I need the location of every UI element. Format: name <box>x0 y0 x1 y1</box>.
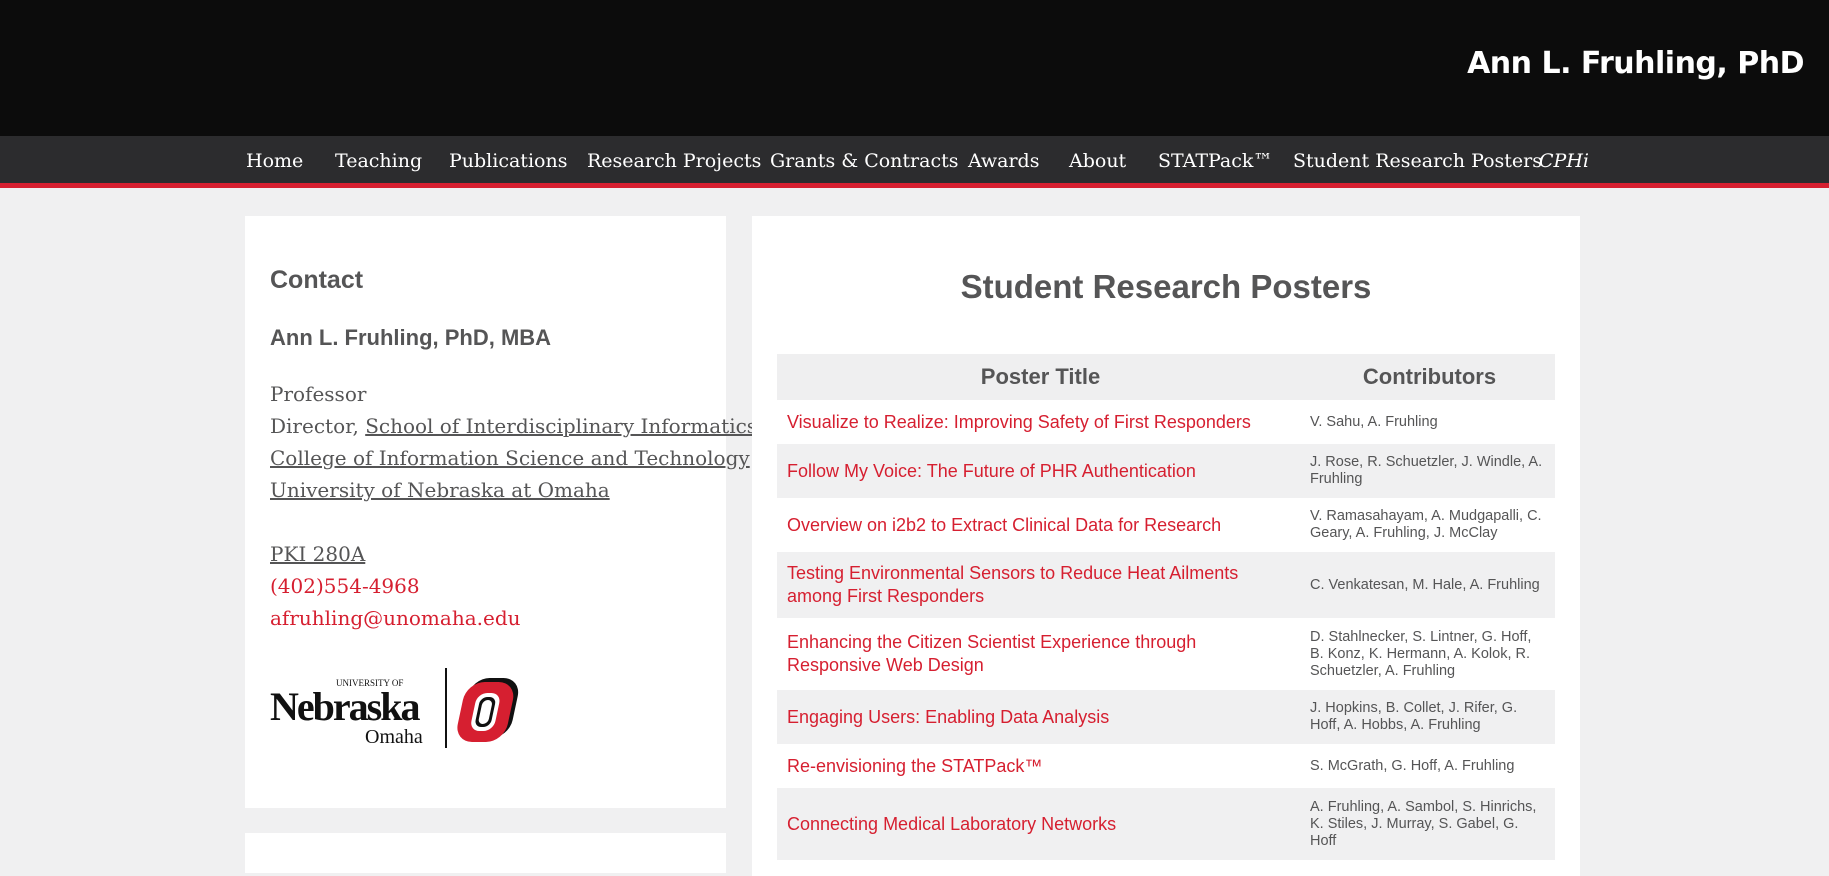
page-title: Student Research Posters <box>960 268 1372 305</box>
poster-contributors: J. Hopkins, B. Collet, J. Rifer, G. Hoff… <box>1304 690 1555 744</box>
poster-title-link[interactable]: Overview on i2b2 to Extract Clinical Dat… <box>777 498 1304 552</box>
poster-title-link[interactable]: Visualize to Realize: Improving Safety o… <box>777 400 1304 444</box>
poster-contributors: V. Ramasahayam, A. Mudgapalli, C. Geary,… <box>1310 508 1542 541</box>
nav-grants-contracts[interactable]: Grants & Contracts <box>770 150 959 172</box>
nav-statpack[interactable]: STATPack™ <box>1158 150 1272 172</box>
contact-email[interactable]: afruhling@unomaha.edu <box>270 606 521 630</box>
table-row: Visualize to Realize: Improving Safety o… <box>777 400 1555 444</box>
nav-research-projects[interactable]: Research Projects <box>587 150 761 172</box>
nav-cphi[interactable]: CPHi <box>1539 150 1589 172</box>
table-row: Testing Environmental Sensors to Reduce … <box>777 552 1555 618</box>
contact-heading: Contact <box>270 266 364 294</box>
nav-student-research-posters[interactable]: Student Research Posters <box>1293 150 1542 172</box>
sidebar-card-secondary <box>245 833 726 873</box>
nav-awards[interactable]: Awards <box>968 150 1039 172</box>
poster-contributors: D. Stahlnecker, S. Lintner, G. Hoff, B. … <box>1310 628 1532 679</box>
table-row: Engaging Users: Enabling Data Analysis J… <box>777 690 1555 744</box>
main-content: Student Research Posters Poster Title Co… <box>752 216 1580 876</box>
poster-contributors: A. Fruhling, A. Sambol, S. Hinrichs, K. … <box>1304 788 1555 860</box>
nav-about[interactable]: About <box>1069 150 1126 172</box>
nav-home[interactable]: Home <box>246 150 303 172</box>
director-prefix: Director, <box>270 414 366 438</box>
office-link[interactable]: PKI 280A <box>270 542 365 566</box>
nav-teaching[interactable]: Teaching <box>335 150 422 172</box>
table-row: Overview on i2b2 to Extract Clinical Dat… <box>777 498 1555 552</box>
main-nav: Home Teaching Publications Research Proj… <box>0 136 1829 188</box>
table-row: Connecting Medical Laboratory Networks A… <box>777 788 1555 860</box>
contact-office-line: PKI 280A <box>270 542 365 566</box>
contact-title: Professor <box>270 382 367 406</box>
svg-text:Nebraska: Nebraska <box>270 684 420 729</box>
school-link[interactable]: School of Interdisciplinary Informatics <box>365 414 757 438</box>
poster-title-link[interactable]: Testing Environmental Sensors to Reduce … <box>777 552 1304 618</box>
column-header-contributors: Contributors <box>1304 354 1555 400</box>
contact-name: Ann L. Fruhling, PhD, MBA <box>270 325 552 350</box>
university-link[interactable]: University of Nebraska at Omaha <box>270 478 610 502</box>
uno-logo-graphic: UNIVERSITY OF Nebraska Omaha <box>270 668 519 748</box>
table-row: Enhancing the Citizen Scientist Experien… <box>777 618 1555 690</box>
contact-director-line: Director, School of Interdisciplinary In… <box>270 414 757 438</box>
poster-contributors: J. Rose, R. Schuetzler, J. Windle, A. Fr… <box>1304 444 1555 498</box>
site-title[interactable]: Ann L. Fruhling, PhD <box>1467 46 1804 81</box>
contact-card: Contact Ann L. Fruhling, PhD, MBA Profes… <box>245 216 757 808</box>
contact-college-line: College of Information Science and Techn… <box>270 446 750 470</box>
site-header: Ann L. Fruhling, PhD <box>0 0 1829 136</box>
table-row: Follow My Voice: The Future of PHR Authe… <box>777 444 1555 498</box>
poster-contributors: S. McGrath, G. Hoff, A. Fruhling <box>1310 757 1515 774</box>
table-row: Re-envisioning the STATPack™ S. McGrath,… <box>777 744 1555 788</box>
svg-text:Omaha: Omaha <box>365 726 423 748</box>
contact-phone[interactable]: (402)554-4968 <box>270 574 420 598</box>
poster-title-link[interactable]: Connecting Medical Laboratory Networks <box>777 788 1304 860</box>
poster-title-link[interactable]: Re-envisioning the STATPack™ <box>777 744 1304 788</box>
contact-university-line: University of Nebraska at Omaha <box>270 478 610 502</box>
poster-title-link[interactable]: Enhancing the Citizen Scientist Experien… <box>777 618 1304 690</box>
nav-publications[interactable]: Publications <box>449 150 567 172</box>
college-link[interactable]: College of Information Science and Techn… <box>270 446 750 470</box>
posters-table: Poster Title Contributors Visualize to R… <box>777 354 1555 860</box>
poster-title-link[interactable]: Engaging Users: Enabling Data Analysis <box>777 690 1304 744</box>
uno-logo[interactable]: UNIVERSITY OF Nebraska Omaha <box>270 668 540 750</box>
poster-contributors: V. Sahu, A. Fruhling <box>1310 413 1438 430</box>
column-header-poster-title: Poster Title <box>777 354 1304 400</box>
poster-contributors: C. Venkatesan, M. Hale, A. Fruhling <box>1304 552 1555 618</box>
poster-title-link[interactable]: Follow My Voice: The Future of PHR Authe… <box>777 444 1304 498</box>
